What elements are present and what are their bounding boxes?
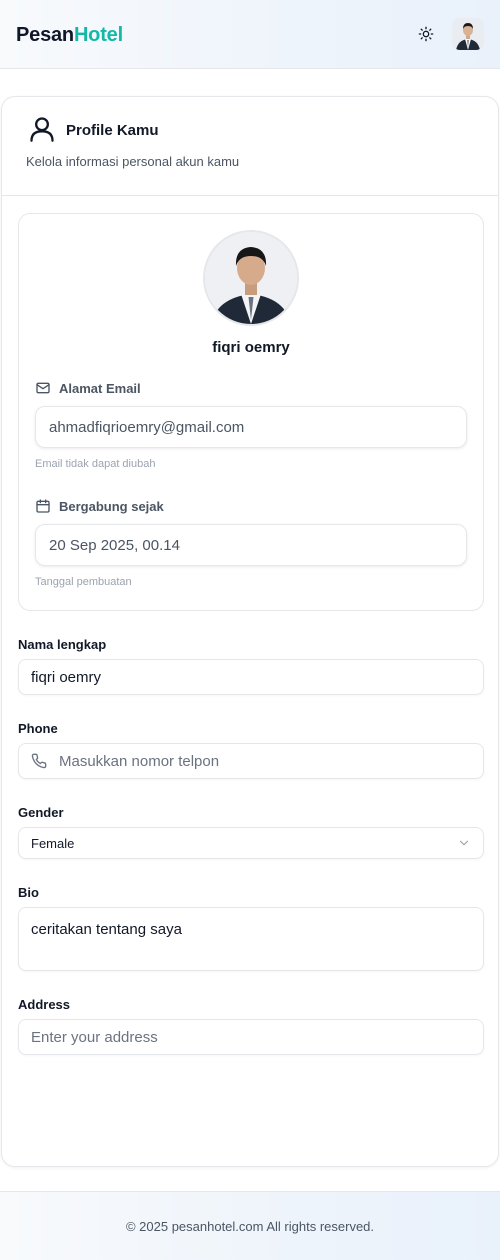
address-label: Address bbox=[18, 997, 71, 1012]
gender-select[interactable]: Female bbox=[18, 827, 484, 859]
bio-label: Bio bbox=[18, 885, 39, 900]
account-summary-box: fiqri oemry Alamat Email ahmadfiqrioemry… bbox=[18, 213, 484, 611]
email-value: ahmadfiqrioemry@gmail.com bbox=[49, 418, 245, 436]
gender-label: Gender bbox=[18, 805, 64, 820]
brand-part-2: Hotel bbox=[73, 24, 123, 46]
sun-icon bbox=[418, 26, 434, 42]
joined-label-text: Bergabung sejak bbox=[59, 498, 164, 514]
display-name: fiqri oemry bbox=[212, 339, 290, 356]
phone-label: Phone bbox=[18, 721, 58, 736]
email-label: Alamat Email bbox=[35, 380, 141, 396]
joined-label: Bergabung sejak bbox=[35, 498, 164, 514]
phone-icon bbox=[31, 753, 47, 769]
phone-input[interactable]: Masukkan nomor telpon bbox=[18, 743, 484, 779]
top-navbar: PesanHotel bbox=[0, 0, 500, 69]
joined-date-field: 20 Sep 2025, 00.14 bbox=[35, 524, 467, 566]
profile-card-header: Profile Kamu Kelola informasi personal a… bbox=[2, 97, 498, 196]
profile-card: Profile Kamu Kelola informasi personal a… bbox=[1, 96, 499, 1167]
profile-avatar[interactable] bbox=[203, 230, 299, 326]
email-hint: Email tidak dapat diubah bbox=[35, 458, 156, 470]
joined-date-value: 20 Sep 2025, 00.14 bbox=[49, 536, 180, 554]
copyright-text: © 2025 pesanhotel.com All rights reserve… bbox=[125, 1218, 375, 1234]
address-input[interactable]: Enter your address bbox=[18, 1019, 484, 1055]
page-title: Profile Kamu bbox=[66, 122, 159, 139]
mail-icon bbox=[36, 382, 50, 394]
avatar-photo bbox=[205, 232, 297, 324]
joined-hint: Tanggal pembuatan bbox=[35, 576, 132, 588]
brand-part-1: Pesan bbox=[16, 24, 74, 46]
bio-textarea[interactable]: ceritakan tentang saya bbox=[18, 907, 484, 971]
page-subtitle: Kelola informasi personal akun kamu bbox=[26, 154, 240, 169]
brand-logo[interactable]: PesanHotel bbox=[16, 24, 123, 47]
fullname-input[interactable]: fiqri oemry bbox=[18, 659, 484, 695]
user-avatar-button[interactable] bbox=[452, 18, 484, 50]
user-icon bbox=[30, 117, 54, 142]
avatar-photo bbox=[452, 18, 484, 50]
gender-value: Female bbox=[31, 835, 75, 851]
footer: © 2025 pesanhotel.com All rights reserve… bbox=[0, 1191, 500, 1260]
calendar-icon bbox=[36, 499, 50, 513]
email-field: ahmadfiqrioemry@gmail.com bbox=[35, 406, 467, 448]
phone-placeholder: Masukkan nomor telpon bbox=[59, 752, 220, 770]
email-label-text: Alamat Email bbox=[59, 380, 141, 396]
chevron-down-icon bbox=[459, 840, 469, 846]
fullname-label: Nama lengkap bbox=[18, 637, 107, 652]
fullname-value: fiqri oemry bbox=[31, 668, 102, 686]
theme-toggle-button[interactable] bbox=[414, 22, 438, 46]
bio-value: ceritakan tentang saya bbox=[31, 921, 182, 938]
address-placeholder: Enter your address bbox=[31, 1028, 158, 1046]
